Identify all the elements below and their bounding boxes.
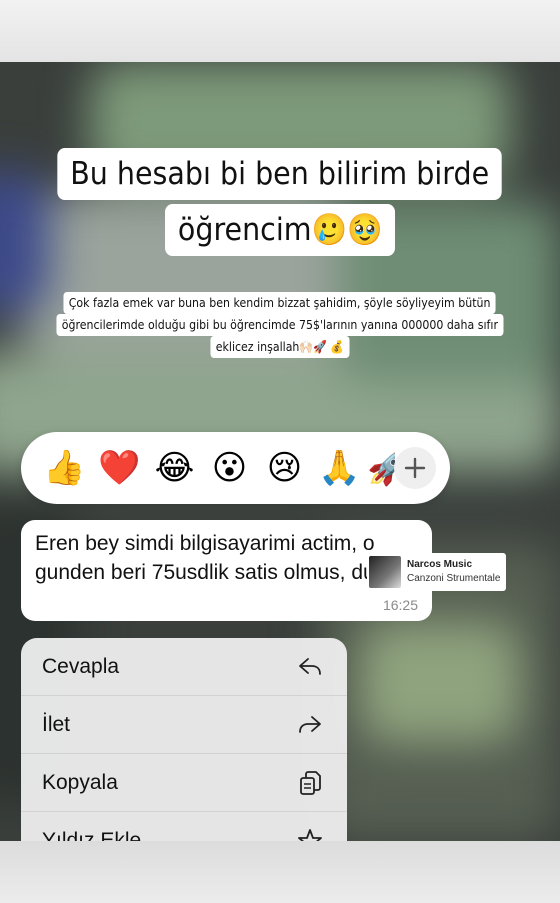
reaction-rocket[interactable]: 🚀 (367, 432, 395, 504)
menu-item-forward[interactable]: İlet (21, 696, 347, 754)
menu-item-reply[interactable]: Cevapla (21, 638, 347, 696)
reaction-heart[interactable]: ❤️ (92, 432, 147, 504)
plus-icon (404, 457, 426, 479)
message-text: Eren bey simdi bilgisayarimi actim, o gu… (35, 532, 413, 584)
reaction-thumbs-up[interactable]: 👍 (37, 432, 92, 504)
message-time: 16:25 (382, 597, 418, 613)
music-thumbnail (369, 556, 401, 588)
context-menu: Cevapla İlet Kopyala Yıldız Ekle (21, 638, 347, 841)
bottom-bar (0, 841, 560, 903)
reaction-bar: 👍 ❤️ 😂 😮 😢 🙏 🚀 (21, 432, 450, 504)
reaction-pray[interactable]: 🙏 (312, 432, 367, 504)
star-icon (297, 828, 323, 841)
caption-line1: Çok fazla emek var buna ben kendim bizza… (0, 292, 560, 314)
copy-icon (297, 770, 323, 796)
more-reactions-button[interactable] (394, 447, 436, 489)
music-title: Narcos Music (407, 559, 473, 570)
reply-icon (297, 654, 323, 680)
reaction-laugh[interactable]: 😂 (147, 432, 202, 504)
overlay-title-line1: Bu hesabı bi ben bilirim birde (0, 148, 560, 200)
overlay-title-line2: öğrencim🥲🥹 (0, 204, 560, 256)
reaction-cry[interactable]: 😢 (257, 432, 312, 504)
top-bar (0, 0, 560, 62)
forward-icon (297, 712, 323, 738)
caption-line2: öğrencilerimde olduğu gibi bu öğrencimde… (0, 314, 560, 336)
menu-item-copy[interactable]: Kopyala (21, 754, 347, 812)
music-subtitle: Canzoni Strumentale (407, 573, 501, 584)
caption-line3: eklicez inşallah🙌🏻🚀 💰 (0, 336, 560, 358)
music-tag[interactable]: Narcos Music Canzoni Strumentale (367, 553, 506, 591)
menu-item-star[interactable]: Yıldız Ekle (21, 812, 347, 841)
reaction-surprised[interactable]: 😮 (202, 432, 257, 504)
